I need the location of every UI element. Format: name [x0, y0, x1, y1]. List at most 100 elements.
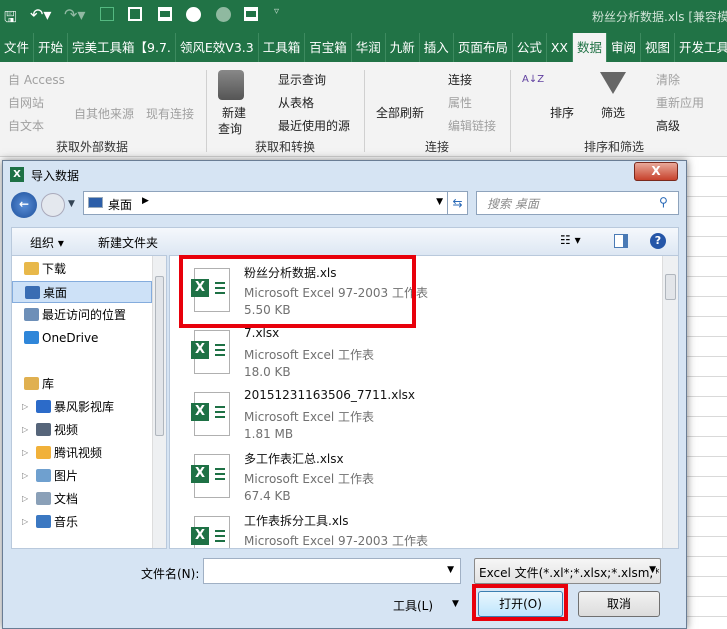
file-item[interactable]: X 20151231163506_7711.xlsx Microsoft Excel… — [180, 384, 580, 446]
from-other-sources-button[interactable]: 自其他来源 — [74, 105, 134, 122]
expand-icon[interactable]: ▷ — [22, 511, 28, 533]
qat-icon-1[interactable] — [100, 7, 114, 21]
data-ribbon: 自 Access 自网站 自文本 自其他来源 现有连接 获取外部数据 新建 查询… — [0, 62, 727, 157]
help-icon[interactable]: ? — [650, 233, 666, 249]
tools-button[interactable]: 工具(L) — [393, 597, 433, 614]
search-input[interactable]: 搜索 桌面 — [476, 191, 679, 215]
excel-title-bar: 🖫 ↶▾ ↷▾ ▿ 粉丝分析数据.xls [兼容模 — [0, 0, 727, 33]
nav-item[interactable]: OneDrive — [12, 327, 152, 349]
file-type-value: Excel 文件(*.xl*;*.xlsx;*.xlsm;*. — [479, 566, 661, 580]
sort-az-icon[interactable]: A↓Z — [522, 74, 544, 85]
tab-7[interactable]: 九新 — [386, 33, 420, 62]
folder-icon — [25, 286, 40, 299]
breadcrumb-arrow-icon[interactable]: ▶ — [142, 196, 149, 206]
folder-icon — [36, 400, 51, 413]
folder-icon — [36, 492, 51, 505]
clear-button[interactable]: 清除 — [656, 71, 680, 88]
tab-15[interactable]: 开发工具 — [675, 33, 727, 62]
nav-item[interactable]: 最近访问的位置 — [12, 304, 152, 326]
cancel-button[interactable]: 取消 — [578, 591, 660, 617]
filename-input[interactable]: ▼ — [203, 558, 461, 584]
nav-item[interactable]: ▷ 图片 — [12, 465, 152, 487]
search-icon[interactable]: ⚲ — [659, 195, 668, 209]
edit-links-button[interactable]: 编辑链接 — [448, 117, 496, 134]
back-button[interactable]: ← — [11, 192, 37, 218]
qat-icon-2[interactable] — [128, 7, 142, 21]
group-label: 获取外部数据 — [56, 140, 129, 154]
nav-item[interactable]: ▷ 音乐 — [12, 511, 152, 533]
expand-icon[interactable]: ▷ — [22, 396, 28, 418]
nav-item[interactable]: 桌面 — [12, 281, 152, 303]
nav-item[interactable]: ▷ 视频 — [12, 419, 152, 441]
tab-1[interactable]: 开始 — [34, 33, 69, 62]
file-item[interactable]: X 工作表拆分工具.xls Microsoft Excel 97-2003 工作表 — [180, 508, 580, 548]
advanced-button[interactable]: 高级 — [656, 117, 680, 134]
tab-5[interactable]: 百宝箱 — [305, 33, 352, 62]
expand-icon[interactable]: ▷ — [22, 465, 28, 487]
new-query-icon — [218, 70, 244, 100]
tab-3[interactable]: 领风E效V3.3 — [176, 33, 259, 62]
view-options-icon[interactable]: ☷ ▾ — [560, 233, 581, 247]
address-bar[interactable]: 桌面 ▶ ▼ ⇆ — [83, 191, 468, 215]
filename-dropdown-icon[interactable]: ▼ — [447, 565, 454, 575]
tab-8[interactable]: 插入 — [420, 33, 454, 62]
qat-icon-6[interactable] — [244, 7, 258, 21]
forward-button[interactable] — [41, 193, 65, 217]
qat-icon-5[interactable] — [216, 7, 231, 22]
file-type-select[interactable]: Excel 文件(*.xl*;*.xlsx;*.xlsm;*. ▼ — [474, 558, 661, 584]
nav-item[interactable]: ▷ 暴风影视库 — [12, 396, 152, 418]
open-highlight-box — [472, 584, 568, 621]
expand-icon[interactable]: ▷ — [22, 488, 28, 510]
preview-pane-icon[interactable] — [614, 234, 628, 248]
existing-connections-button[interactable]: 现有连接 — [146, 105, 194, 122]
tab-2[interactable]: 完美工具箱【9.7. — [68, 33, 176, 62]
refresh-all-button[interactable]: 全部刷新 — [376, 104, 424, 121]
tab-0[interactable]: 文件 — [0, 33, 35, 62]
close-button[interactable]: X — [634, 162, 678, 181]
history-dropdown-icon[interactable]: ▼ — [68, 199, 75, 209]
tab-12[interactable]: 数据 — [572, 33, 607, 62]
connections-button[interactable]: 连接 — [448, 71, 472, 88]
file-list-scrollbar[interactable] — [662, 256, 678, 548]
tab-9[interactable]: 页面布局 — [454, 33, 513, 62]
new-folder-button[interactable]: 新建文件夹 — [98, 234, 158, 251]
from-access-button[interactable]: 自 Access — [8, 71, 65, 88]
new-query-button[interactable]: 新建 — [222, 104, 246, 121]
expand-icon[interactable]: ▷ — [22, 419, 28, 441]
properties-button[interactable]: 属性 — [448, 94, 472, 111]
sort-button[interactable]: 排序 — [550, 104, 574, 121]
nav-item[interactable]: 库 — [12, 373, 152, 395]
customize-qat-icon[interactable]: ▿ — [274, 6, 279, 17]
filter-icon — [600, 72, 626, 94]
nav-item[interactable]: 下载 — [12, 258, 152, 280]
show-queries-button[interactable]: 显示查询 — [278, 71, 326, 88]
organize-button[interactable]: 组织 ▾ — [30, 234, 64, 251]
expand-icon[interactable]: ▷ — [22, 442, 28, 464]
address-desktop[interactable]: 桌面 — [108, 196, 132, 213]
tab-4[interactable]: 工具箱 — [259, 33, 306, 62]
undo-icon[interactable]: ↶▾ — [30, 5, 51, 24]
from-text-button[interactable]: 自文本 — [8, 117, 44, 134]
redo-icon[interactable]: ↷▾ — [64, 5, 85, 24]
tab-14[interactable]: 视图 — [641, 33, 676, 62]
nav-item[interactable]: ▷ 腾讯视频 — [12, 442, 152, 464]
qat-icon-3[interactable] — [158, 7, 172, 21]
tab-6[interactable]: 华润 — [352, 33, 386, 62]
from-web-button[interactable]: 自网站 — [8, 94, 44, 111]
tools-dropdown-icon[interactable]: ▼ — [452, 599, 459, 609]
file-item[interactable]: X 多工作表汇总.xlsx Microsoft Excel 工作表 67.4 KB — [180, 446, 580, 508]
refresh-icon[interactable]: ⇆ — [447, 192, 467, 214]
filter-button[interactable]: 筛选 — [601, 104, 625, 121]
tab-10[interactable]: 公式 — [513, 33, 547, 62]
new-query-dropdown[interactable]: 查询 — [218, 120, 242, 137]
from-table-button[interactable]: 从表格 — [278, 94, 314, 111]
reapply-button[interactable]: 重新应用 — [656, 94, 704, 111]
tab-11[interactable]: XX — [547, 33, 573, 62]
qat-icon-4[interactable] — [186, 7, 201, 22]
recent-sources-button[interactable]: 最近使用的源 — [278, 117, 350, 134]
nav-item[interactable]: ▷ 文档 — [12, 488, 152, 510]
file-item[interactable]: X 7.xlsx Microsoft Excel 工作表 18.0 KB — [180, 322, 580, 384]
tab-13[interactable]: 审阅 — [607, 33, 642, 62]
save-icon[interactable]: 🖫 — [4, 7, 17, 32]
address-dropdown-icon[interactable]: ▼ — [436, 197, 443, 207]
